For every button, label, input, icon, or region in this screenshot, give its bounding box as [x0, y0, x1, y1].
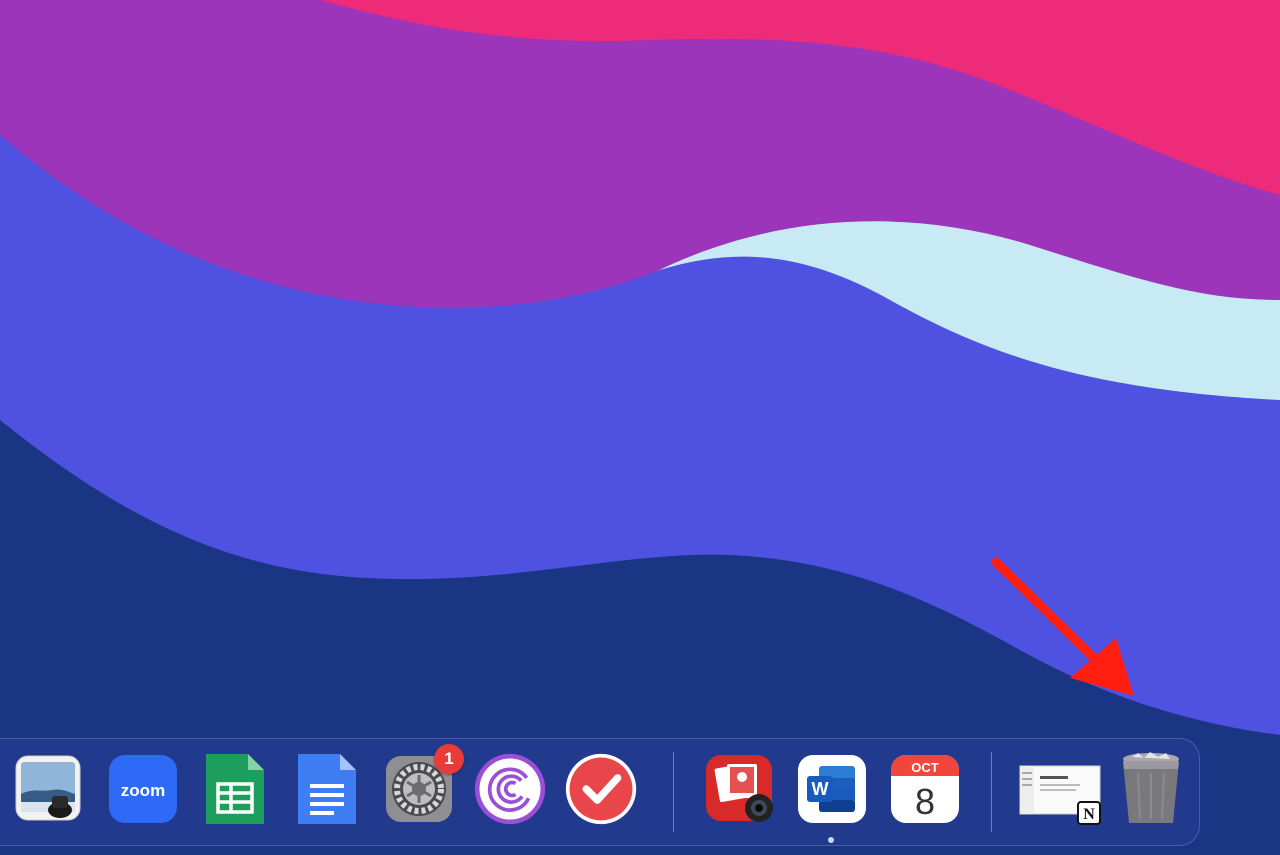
dock-divider [673, 752, 674, 832]
red-arrow-icon [991, 557, 1134, 696]
svg-text:zoom: zoom [121, 781, 165, 800]
dock-item-photo-booth[interactable] [703, 752, 777, 826]
notion-document-icon: N [1019, 765, 1101, 825]
svg-text:8: 8 [915, 781, 935, 822]
notification-badge: 1 [434, 744, 464, 774]
dock-item-preview[interactable] [12, 752, 86, 826]
dock-item-calendar[interactable]: OCT 8 [888, 752, 962, 826]
dock-divider [991, 752, 992, 832]
calendar-icon: OCT 8 [891, 755, 959, 823]
running-indicator [828, 837, 834, 843]
preview-icon [15, 755, 81, 821]
dock-item-trash[interactable] [1114, 752, 1188, 826]
zoom-icon: zoom [109, 755, 177, 823]
svg-text:W: W [812, 779, 829, 799]
dock-item-microsoft-word[interactable]: W [795, 752, 869, 826]
microsoft-word-icon: W [798, 755, 866, 823]
dock-item-google-sheets[interactable] [198, 752, 272, 826]
dock-item-zoom[interactable]: zoom [106, 752, 180, 826]
bittorrent-icon [474, 753, 546, 825]
svg-text:OCT: OCT [911, 760, 939, 775]
dock-item-notion-document[interactable]: N [1018, 752, 1102, 826]
desktop-wallpaper [0, 0, 1280, 855]
trash-icon [1123, 752, 1179, 823]
google-sheets-icon [206, 754, 264, 824]
svg-text:N: N [1083, 806, 1095, 823]
checkmark-todo-icon [565, 753, 637, 825]
google-docs-icon [298, 754, 356, 824]
photo-booth-icon [706, 755, 773, 822]
dock-item-bittorrent[interactable] [473, 752, 547, 826]
dock-item-google-docs[interactable] [290, 752, 364, 826]
dock-item-todo[interactable] [564, 752, 638, 826]
